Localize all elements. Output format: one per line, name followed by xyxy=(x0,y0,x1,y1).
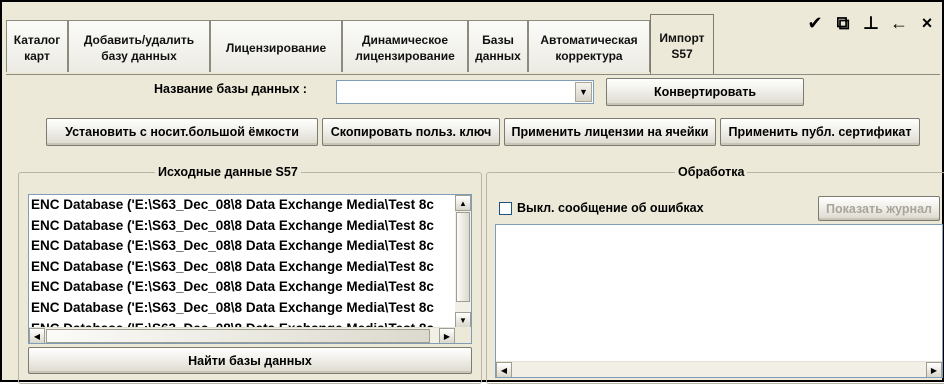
database-name-label: Название базы данных : xyxy=(154,82,307,96)
tab-dynamic-licensing[interactable]: Динамическое лицензирование xyxy=(342,20,468,72)
scroll-left-icon[interactable]: ◀ xyxy=(29,328,45,343)
tab-map-catalog[interactable]: Каталог карт xyxy=(6,20,68,72)
list-vertical-scrollbar[interactable]: ▲ ▼ xyxy=(455,195,471,328)
back-arrow-icon[interactable]: ← xyxy=(890,13,908,33)
tab-divider xyxy=(6,74,940,75)
brush-icon[interactable]: ✔ xyxy=(806,13,824,33)
list-item[interactable]: ENC Database ('E:\S63_Dec_08\8 Data Exch… xyxy=(29,195,456,216)
pin-icon[interactable]: ⊥ xyxy=(862,13,880,33)
scroll-left-icon[interactable]: ◀ xyxy=(496,362,512,377)
log-horizontal-scrollbar[interactable]: ◀ ▶ xyxy=(496,361,942,377)
show-log-button[interactable]: Показать журнал xyxy=(818,196,940,221)
tab-import-s57[interactable]: Импорт S57 xyxy=(650,14,714,74)
tab-add-remove-database[interactable]: Добавить/удалить базу данных xyxy=(68,20,210,72)
list-items: ENC Database ('E:\S63_Dec_08\8 Data Exch… xyxy=(29,195,456,328)
list-horizontal-scrollbar[interactable]: ◀ ▶ xyxy=(29,327,455,343)
list-item[interactable]: ENC Database ('E:\S63_Dec_08\8 Data Exch… xyxy=(29,236,456,257)
apply-public-certificate-button[interactable]: Применить публ. сертификат xyxy=(720,118,920,146)
title-toolbar: ✔ ⧉ ⊥ ← × xyxy=(806,12,936,34)
processing-title: Обработка xyxy=(675,164,748,180)
horizontal-scroll-thumb[interactable] xyxy=(46,329,430,343)
list-item[interactable]: ENC Database ('E:\S63_Dec_08\8 Data Exch… xyxy=(29,216,456,237)
list-item[interactable]: ENC Database ('E:\S63_Dec_08\8 Data Exch… xyxy=(29,257,456,278)
list-item[interactable]: ENC Database ('E:\S63_Dec_08\8 Data Exch… xyxy=(29,298,456,319)
source-data-title: Исходные данные S57 xyxy=(155,164,301,180)
scroll-up-icon[interactable]: ▲ xyxy=(455,195,471,211)
list-item[interactable]: ENC Database ('E:\S63_Dec_08\8 Data Exch… xyxy=(29,277,456,298)
scroll-right-icon[interactable]: ▶ xyxy=(926,362,942,377)
database-name-combo[interactable]: ▼ xyxy=(336,80,594,104)
convert-button[interactable]: Конвертировать xyxy=(606,78,804,106)
import-s57-window: Каталог карт Добавить/удалить базу данны… xyxy=(0,0,944,384)
restore-window-icon[interactable]: ⧉ xyxy=(834,13,852,33)
find-databases-button[interactable]: Найти базы данных xyxy=(28,347,472,374)
copy-user-key-button[interactable]: Скопировать польз. ключ xyxy=(322,118,500,146)
vertical-scroll-thumb[interactable] xyxy=(456,212,470,302)
apply-cell-licenses-button[interactable]: Применить лицензии на ячейки xyxy=(504,118,716,146)
processing-log[interactable]: ◀ ▶ xyxy=(495,224,943,378)
disable-errors-checkbox[interactable] xyxy=(499,202,512,215)
tab-strip: Каталог карт Добавить/удалить базу данны… xyxy=(6,12,940,74)
scroll-down-icon[interactable]: ▼ xyxy=(455,312,471,328)
install-large-media-button[interactable]: Установить с носит.большой ёмкости xyxy=(46,118,318,146)
disable-errors-label: Выкл. сообщение об ошибках xyxy=(517,201,704,215)
source-database-list[interactable]: ENC Database ('E:\S63_Dec_08\8 Data Exch… xyxy=(28,194,472,344)
scroll-corner xyxy=(455,327,471,343)
tab-databases[interactable]: Базы данных xyxy=(468,20,528,72)
tab-auto-correction[interactable]: Автоматическая корректура xyxy=(528,20,650,72)
tab-licensing[interactable]: Лицензирование xyxy=(210,20,342,72)
chevron-down-icon[interactable]: ▼ xyxy=(575,82,592,102)
scroll-right-icon[interactable]: ▶ xyxy=(439,328,455,343)
close-icon[interactable]: × xyxy=(918,13,936,33)
